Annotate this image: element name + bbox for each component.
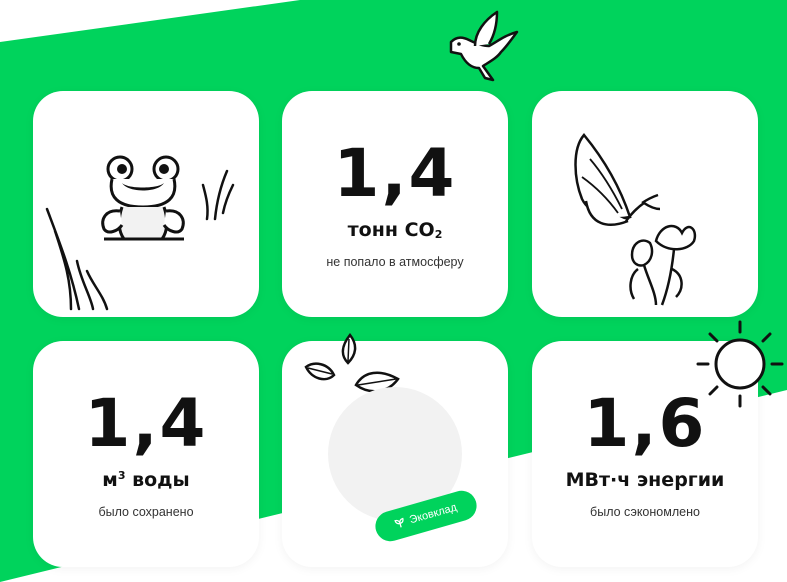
- ecodeposit-badge-label: Эковклад: [408, 501, 459, 527]
- water-value: 1,4: [84, 385, 208, 462]
- bird-icon: [449, 10, 519, 82]
- water-caption: было сохранено: [98, 505, 194, 519]
- energy-caption: было сэкономлено: [590, 505, 700, 519]
- ecodeposit-card: Эковклад: [282, 333, 508, 567]
- sprout-icon: [394, 517, 404, 528]
- water-card: 1,4 м3 воды было сохранено: [33, 341, 259, 567]
- frog-card: [33, 91, 259, 317]
- water-unit: м3 воды: [102, 469, 190, 491]
- frog-icon: [101, 155, 185, 241]
- co2-value: 1,4: [333, 135, 457, 212]
- sun-icon: [696, 320, 784, 408]
- energy-unit: МВт·ч энергии: [565, 469, 725, 491]
- grass-right-icon: [201, 169, 235, 221]
- co2-card: 1,4 тонн CO2 не попало в атмосферу: [282, 91, 508, 317]
- butterfly-icon: [574, 133, 697, 306]
- butterfly-card: [532, 91, 758, 317]
- grass-icon: [45, 207, 109, 311]
- co2-unit: тонн CO2: [347, 219, 443, 241]
- co2-caption: не попало в атмосферу: [326, 255, 464, 269]
